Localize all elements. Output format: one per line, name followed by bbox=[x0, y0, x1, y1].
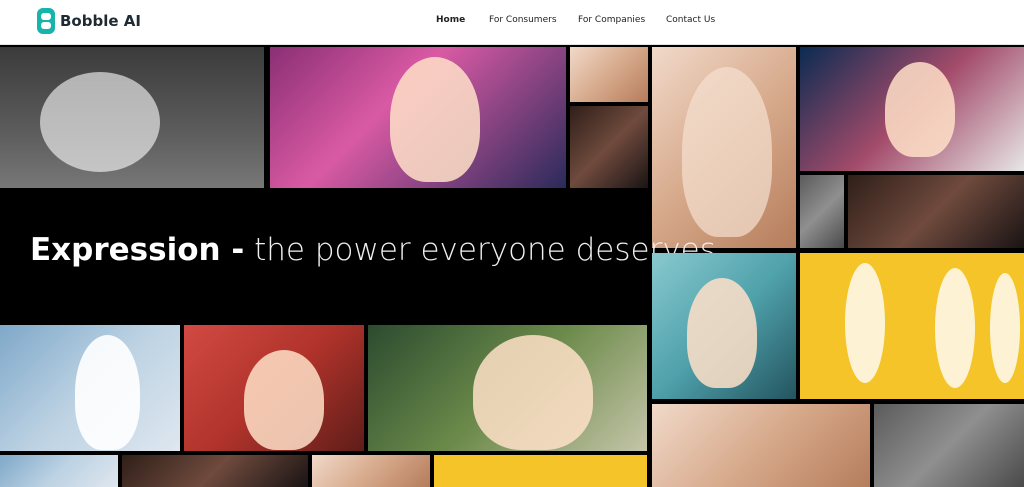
photo-woman-headscarf bbox=[652, 404, 870, 487]
photo-man-closeup bbox=[652, 47, 796, 248]
photo-two-women-selfie bbox=[184, 325, 364, 451]
photo-protest-group bbox=[0, 47, 264, 188]
photo-person-partial bbox=[874, 404, 1024, 487]
photo-laughing-man bbox=[800, 175, 844, 248]
bobble-logo-icon bbox=[37, 8, 55, 34]
photo-party-selfie bbox=[270, 47, 566, 188]
hero-headline: Expression - the power everyone deserves bbox=[30, 232, 716, 268]
photo-bottom-4 bbox=[434, 455, 647, 487]
brand-logo[interactable]: Bobble AI bbox=[37, 8, 141, 34]
photo-concert-stage bbox=[570, 106, 648, 188]
photo-theater-scene bbox=[848, 175, 1024, 248]
photo-bottom-1 bbox=[0, 455, 118, 487]
nav-for-consumers[interactable]: For Consumers bbox=[489, 15, 557, 25]
nav-home[interactable]: Home bbox=[436, 15, 465, 25]
photo-bottom-3 bbox=[312, 455, 430, 487]
nav-for-companies[interactable]: For Companies bbox=[578, 15, 645, 25]
photo-bottom-2 bbox=[122, 455, 308, 487]
photo-man-on-phone bbox=[0, 325, 180, 451]
photo-women-hijab bbox=[368, 325, 647, 451]
photo-jumping-businessmen bbox=[800, 253, 1024, 399]
hero-headline-light: the power everyone deserves bbox=[244, 232, 716, 268]
hero-headline-strong: Expression - bbox=[30, 232, 245, 268]
nav-contact-us[interactable]: Contact Us bbox=[666, 15, 715, 25]
brand-name: Bobble AI bbox=[60, 12, 141, 30]
photo-surprised-woman bbox=[652, 253, 796, 399]
top-navbar: Bobble AI Home For Consumers For Compani… bbox=[0, 0, 1024, 45]
photo-man-keffiyeh bbox=[800, 47, 1024, 171]
photo-smiling-woman bbox=[570, 47, 648, 102]
